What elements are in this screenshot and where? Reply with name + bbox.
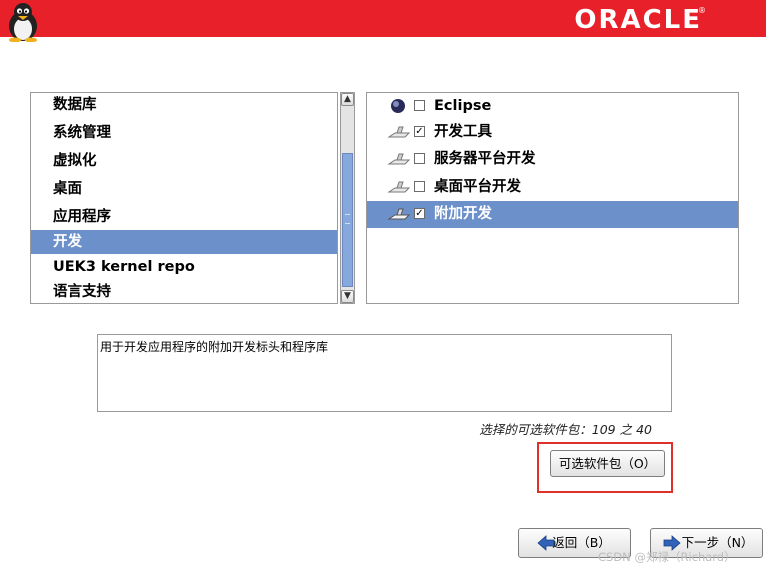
category-item-system-management[interactable]: 系统管理 [31, 121, 337, 145]
oracle-logo: ORACLE [574, 5, 702, 35]
group-label: 开发工具 [434, 124, 492, 140]
registered-mark: ® [698, 6, 706, 15]
category-list[interactable]: 数据库 系统管理 虚拟化 桌面 应用程序 开发 UEK3 kernel repo… [30, 92, 338, 304]
package-count: 选择的可选软件包：109 之 40 [479, 422, 652, 437]
group-item-desktop-platform-dev[interactable]: 桌面平台开发 [367, 174, 738, 201]
group-list[interactable]: Eclipse ✓ 开发工具 服务器平台开发 桌面平台开发 ✓ 附加开发 [366, 92, 739, 304]
category-item-uek3-kernel-repo[interactable]: UEK3 kernel repo [31, 255, 337, 279]
group-item-server-platform-dev[interactable]: 服务器平台开发 [367, 146, 738, 173]
scroll-up-button[interactable]: ▲ [341, 93, 354, 106]
scroll-down-button[interactable]: ▼ [341, 290, 354, 303]
group-checkbox[interactable] [414, 181, 425, 192]
category-item-language-support[interactable]: 语言支持 [31, 280, 337, 304]
next-label: 下一步（N） [681, 535, 754, 550]
dev-tools-icon [387, 153, 411, 165]
dev-tools-icon [387, 126, 411, 138]
group-item-dev-tools[interactable]: ✓ 开发工具 [367, 119, 738, 146]
category-item-database[interactable]: 数据库 [31, 93, 337, 117]
group-label: Eclipse [434, 98, 492, 114]
optional-packages-button[interactable]: 可选软件包（O） [550, 450, 665, 477]
group-description: 用于开发应用程序的附加开发标头和程序库 [97, 334, 672, 412]
group-label: 桌面平台开发 [434, 179, 521, 195]
group-checkbox[interactable]: ✓ [414, 126, 425, 137]
group-checkbox[interactable] [414, 153, 425, 164]
arrow-left-icon [537, 535, 555, 551]
category-item-virtualization[interactable]: 虚拟化 [31, 149, 337, 173]
dev-tools-icon [387, 181, 411, 193]
eclipse-icon [391, 99, 405, 113]
group-item-eclipse[interactable]: Eclipse [367, 93, 738, 120]
group-checkbox[interactable]: ✓ [414, 208, 425, 219]
group-item-additional-dev[interactable]: ✓ 附加开发 [367, 201, 738, 228]
category-item-development[interactable]: 开发 [31, 230, 337, 254]
category-item-desktop[interactable]: 桌面 [31, 177, 337, 201]
watermark: CSDN @郑禄（Richard） [598, 550, 736, 564]
scroll-grip-icon [345, 214, 350, 224]
category-item-applications[interactable]: 应用程序 [31, 205, 337, 229]
back-label: 返回（B） [552, 535, 611, 550]
group-label: 服务器平台开发 [434, 151, 536, 167]
category-scrollbar[interactable]: ▲ ▼ [340, 92, 355, 304]
group-label: 附加开发 [434, 206, 492, 222]
group-checkbox[interactable] [414, 100, 425, 111]
tux-penguin-icon [9, 3, 37, 42]
scroll-thumb[interactable] [342, 153, 353, 287]
dev-tools-icon [387, 208, 411, 220]
